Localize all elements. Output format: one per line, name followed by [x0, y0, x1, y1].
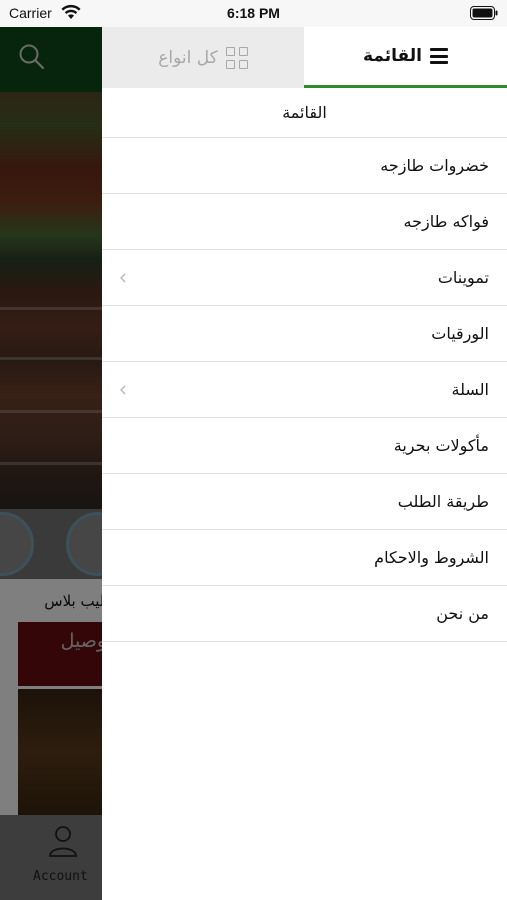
- menu-item-label: من نحن: [436, 604, 489, 623]
- menu-title: القائمة: [102, 88, 507, 138]
- menu-item-terms[interactable]: الشروط والاحكام: [102, 530, 507, 586]
- menu-item-groceries[interactable]: تموينات: [102, 250, 507, 306]
- grid-icon: [225, 46, 248, 69]
- menu-item-label: طريقة الطلب: [397, 492, 489, 511]
- menu-item-about-us[interactable]: من نحن: [102, 586, 507, 642]
- status-bar: Carrier 6:18 PM: [0, 0, 507, 27]
- menu-item-basket[interactable]: السلة: [102, 362, 507, 418]
- menu-item-leafy-greens[interactable]: الورقيات: [102, 306, 507, 362]
- tab-menu-label: القائمة: [363, 46, 422, 66]
- chevron-left-icon: [120, 273, 126, 282]
- menu-item-how-to-order[interactable]: طريقة الطلب: [102, 474, 507, 530]
- menu-item-fresh-vegetables[interactable]: خضروات طازجه: [102, 138, 507, 194]
- tab-all-types[interactable]: كل انواع: [102, 27, 304, 88]
- menu-item-fresh-fruits[interactable]: فواكه طازجه: [102, 194, 507, 250]
- drawer-overlay[interactable]: [0, 27, 102, 900]
- tab-all-types-label: كل انواع: [158, 47, 218, 68]
- hamburger-icon: [429, 48, 448, 64]
- menu-item-label: مأكولات بحرية: [393, 436, 489, 455]
- background-app[interactable]: حليب بلاس توصيل Account: [0, 27, 102, 900]
- chevron-left-icon: [120, 385, 126, 394]
- menu-item-label: الورقيات: [431, 324, 489, 343]
- menu-item-label: تموينات: [437, 268, 489, 287]
- clock: 6:18 PM: [227, 5, 280, 21]
- drawer-tab-bar: القائمة كل انواع: [102, 27, 507, 88]
- menu-list: خضروات طازجه فواكه طازجه تموينات الورقيا…: [102, 138, 507, 642]
- menu-item-seafood[interactable]: مأكولات بحرية: [102, 418, 507, 474]
- side-drawer: القائمة كل انواع القائمة خضروات طازجه فو…: [102, 27, 507, 900]
- menu-item-label: الشروط والاحكام: [374, 548, 489, 567]
- menu-item-label: فواكه طازجه: [403, 212, 489, 231]
- tab-menu[interactable]: القائمة: [304, 27, 507, 88]
- battery-icon: [470, 6, 498, 20]
- menu-item-label: خضروات طازجه: [380, 156, 489, 175]
- menu-item-label: السلة: [451, 380, 489, 399]
